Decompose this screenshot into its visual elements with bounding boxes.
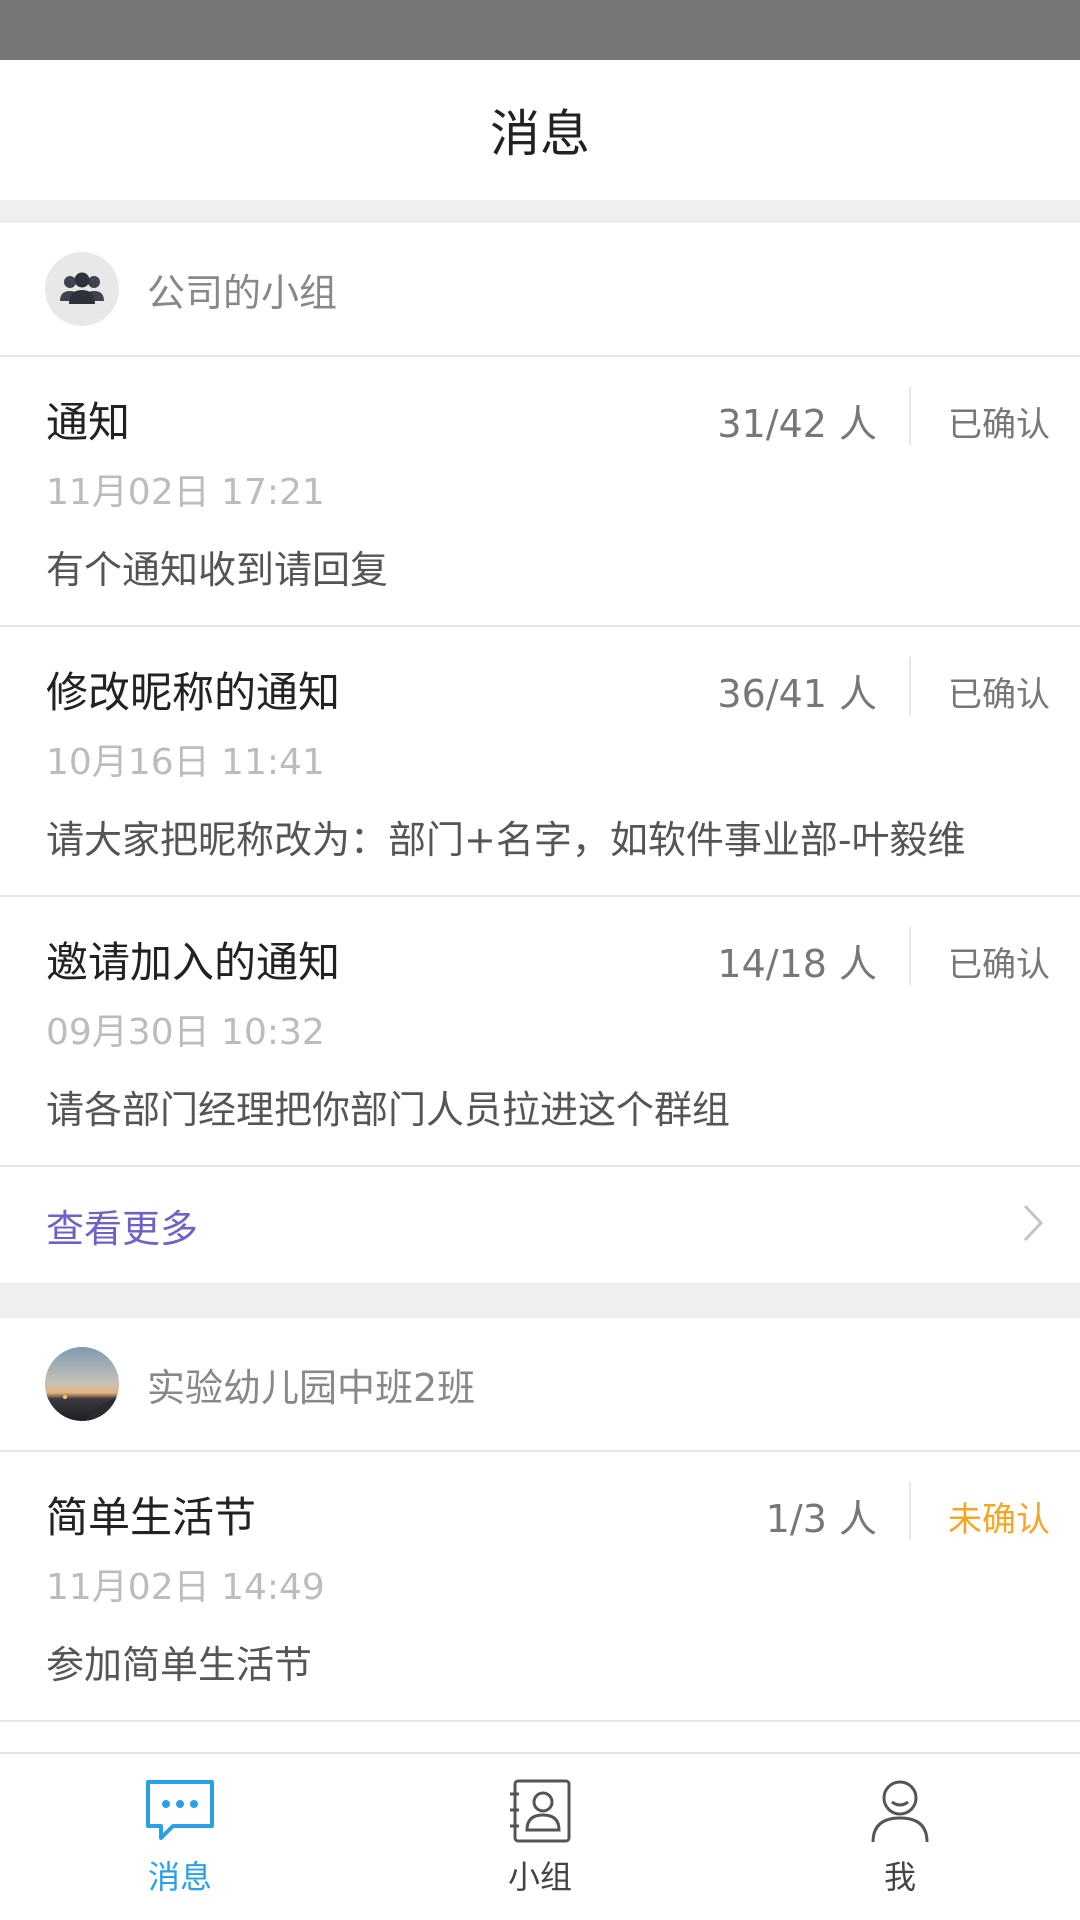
confirm-status: 已确认 [948,675,1050,715]
title-bar: 消息 [0,60,1080,200]
landscape-photo-avatar [45,1347,119,1421]
message-item[interactable]: 通知 31/42 人 已确认 11月02日 17:21 有个通知收到请回复 [0,357,1080,627]
message-title: 简单生活节 [46,1493,257,1542]
confirm-count: 14/18 人 [717,942,877,986]
person-icon [863,1778,937,1848]
tab-label: 消息 [147,1858,212,1896]
contact-card-icon [503,1778,577,1848]
divider [909,387,911,445]
message-body: 参加简单生活节 [46,1643,313,1687]
status-bar [0,0,1080,60]
bottom-tab-bar: 消息 小组 我 [0,1752,1080,1920]
view-more-label: 查看更多 [46,1206,199,1251]
view-more-link[interactable]: 查看更多 [0,1167,1080,1283]
message-title: 通知 [46,398,131,447]
page-title: 消息 [490,105,590,163]
message-time: 11月02日 17:21 [46,472,325,513]
message-item[interactable]: 邀请加入的通知 14/18 人 已确认 09月30日 10:32 请各部门经理把… [0,897,1080,1167]
tab-messages[interactable]: 消息 [0,1754,360,1920]
message-item[interactable]: 修改昵称的通知 36/41 人 已确认 10月16日 11:41 请大家把昵称改… [0,627,1080,897]
confirm-status: 已确认 [948,945,1050,985]
group-card: 公司的小组 通知 31/42 人 已确认 11月02日 17:21 有个通知收到… [0,223,1080,1283]
divider [909,1482,911,1540]
message-body: 请大家把昵称改为：部门+名字，如软件事业部-叶毅维 [46,818,966,862]
tab-label: 小组 [507,1858,572,1896]
confirm-status: 已确认 [948,405,1050,445]
message-time: 11月02日 14:49 [46,1567,325,1608]
group-card: 实验幼儿园中班2班 简单生活节 1/3 人 未确认 11月02日 14:49 参… [0,1318,1080,1752]
divider [909,927,911,985]
group-name: 公司的小组 [147,270,338,315]
message-title: 修改昵称的通知 [46,668,341,717]
message-body: 请各部门经理把你部门人员拉进这个群组 [46,1088,731,1132]
message-time: 09月30日 10:32 [46,1012,325,1053]
group-name: 实验幼儿园中班2班 [147,1365,476,1410]
chat-bubble-icon [143,1778,217,1848]
message-title: 邀请加入的通知 [46,938,341,987]
chevron-right-icon [1022,1203,1044,1247]
message-item[interactable]: 简单生活节 1/3 人 未确认 11月02日 14:49 参加简单生活节 [0,1452,1080,1722]
message-body: 有个通知收到请回复 [46,548,389,592]
divider [909,657,911,715]
confirm-count: 36/41 人 [717,672,877,716]
confirm-count: 31/42 人 [717,402,877,446]
group-people-icon [45,252,119,326]
confirm-count: 1/3 人 [765,1497,877,1541]
confirm-status: 未确认 [948,1500,1050,1540]
message-time: 10月16日 11:41 [46,742,325,783]
tab-me[interactable]: 我 [720,1754,1080,1920]
tab-label: 我 [883,1858,916,1896]
group-header[interactable]: 实验幼儿园中班2班 [0,1318,1080,1452]
group-header[interactable]: 公司的小组 [0,223,1080,357]
tab-groups[interactable]: 小组 [360,1754,720,1920]
